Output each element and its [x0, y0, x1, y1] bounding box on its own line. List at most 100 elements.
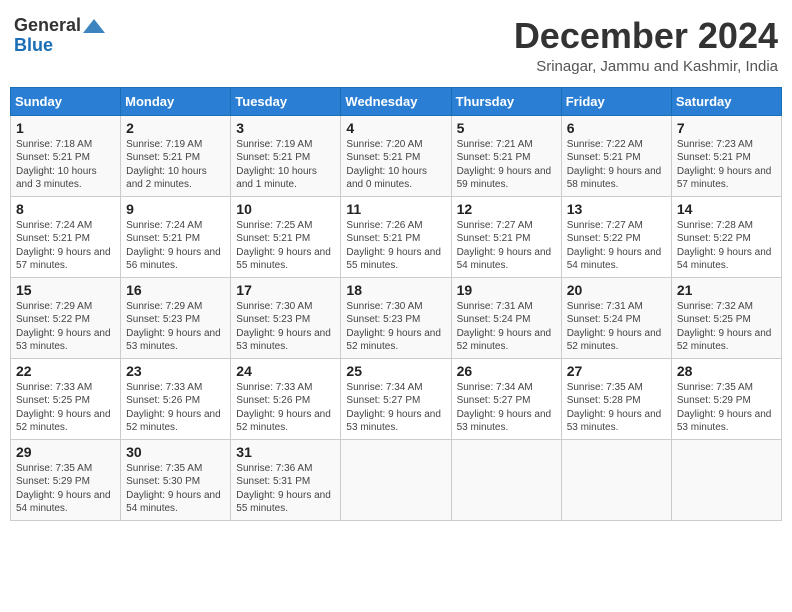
calendar-cell: 20 Sunrise: 7:31 AMSunset: 5:24 PMDaylig… — [561, 277, 671, 358]
cell-info: Sunrise: 7:33 AMSunset: 5:26 PMDaylight:… — [126, 382, 221, 434]
calendar-cell: 1 Sunrise: 7:18 AMSunset: 5:21 PMDayligh… — [11, 115, 121, 196]
cell-info: Sunrise: 7:34 AMSunset: 5:27 PMDaylight:… — [346, 382, 441, 434]
calendar-cell: 5 Sunrise: 7:21 AMSunset: 5:21 PMDayligh… — [451, 115, 561, 196]
calendar-cell: 15 Sunrise: 7:29 AMSunset: 5:22 PMDaylig… — [11, 277, 121, 358]
week-row-1: 1 Sunrise: 7:18 AMSunset: 5:21 PMDayligh… — [11, 115, 782, 196]
calendar-cell: 22 Sunrise: 7:33 AMSunset: 5:25 PMDaylig… — [11, 358, 121, 439]
cell-info: Sunrise: 7:31 AMSunset: 5:24 PMDaylight:… — [567, 301, 662, 353]
cell-info: Sunrise: 7:36 AMSunset: 5:31 PMDaylight:… — [236, 463, 331, 515]
cell-info: Sunrise: 7:34 AMSunset: 5:27 PMDaylight:… — [457, 382, 552, 434]
day-number: 4 — [346, 120, 445, 136]
cell-info: Sunrise: 7:32 AMSunset: 5:25 PMDaylight:… — [677, 301, 772, 353]
logo-icon — [83, 19, 105, 33]
day-number: 19 — [457, 282, 556, 298]
day-number: 26 — [457, 363, 556, 379]
day-number: 29 — [16, 444, 115, 460]
day-number: 14 — [677, 201, 776, 217]
day-number: 21 — [677, 282, 776, 298]
calendar-cell: 25 Sunrise: 7:34 AMSunset: 5:27 PMDaylig… — [341, 358, 451, 439]
day-number: 13 — [567, 201, 666, 217]
cell-info: Sunrise: 7:27 AMSunset: 5:21 PMDaylight:… — [457, 220, 552, 272]
day-number: 10 — [236, 201, 335, 217]
calendar-cell: 4 Sunrise: 7:20 AMSunset: 5:21 PMDayligh… — [341, 115, 451, 196]
day-number: 7 — [677, 120, 776, 136]
day-number: 12 — [457, 201, 556, 217]
calendar-cell: 2 Sunrise: 7:19 AMSunset: 5:21 PMDayligh… — [121, 115, 231, 196]
cell-info: Sunrise: 7:26 AMSunset: 5:21 PMDaylight:… — [346, 220, 441, 272]
month-title: December 2024 — [514, 16, 778, 56]
day-number: 6 — [567, 120, 666, 136]
calendar-table: SundayMondayTuesdayWednesdayThursdayFrid… — [10, 87, 782, 521]
cell-info: Sunrise: 7:33 AMSunset: 5:25 PMDaylight:… — [16, 382, 111, 434]
day-number: 5 — [457, 120, 556, 136]
calendar-cell: 10 Sunrise: 7:25 AMSunset: 5:21 PMDaylig… — [231, 196, 341, 277]
column-header-friday: Friday — [561, 87, 671, 115]
title-area: December 2024 Srinagar, Jammu and Kashmi… — [514, 16, 778, 75]
calendar-cell: 30 Sunrise: 7:35 AMSunset: 5:30 PMDaylig… — [121, 439, 231, 520]
cell-info: Sunrise: 7:30 AMSunset: 5:23 PMDaylight:… — [346, 301, 441, 353]
day-number: 1 — [16, 120, 115, 136]
calendar-cell: 13 Sunrise: 7:27 AMSunset: 5:22 PMDaylig… — [561, 196, 671, 277]
cell-info: Sunrise: 7:33 AMSunset: 5:26 PMDaylight:… — [236, 382, 331, 434]
calendar-cell: 11 Sunrise: 7:26 AMSunset: 5:21 PMDaylig… — [341, 196, 451, 277]
cell-info: Sunrise: 7:23 AMSunset: 5:21 PMDaylight:… — [677, 139, 772, 191]
day-number: 16 — [126, 282, 225, 298]
calendar-cell: 29 Sunrise: 7:35 AMSunset: 5:29 PMDaylig… — [11, 439, 121, 520]
calendar-cell: 12 Sunrise: 7:27 AMSunset: 5:21 PMDaylig… — [451, 196, 561, 277]
location-text: Srinagar, Jammu and Kashmir, India — [514, 58, 778, 75]
logo: General Blue — [14, 16, 105, 56]
calendar-cell: 27 Sunrise: 7:35 AMSunset: 5:28 PMDaylig… — [561, 358, 671, 439]
cell-info: Sunrise: 7:30 AMSunset: 5:23 PMDaylight:… — [236, 301, 331, 353]
calendar-cell: 7 Sunrise: 7:23 AMSunset: 5:21 PMDayligh… — [671, 115, 781, 196]
header-row: SundayMondayTuesdayWednesdayThursdayFrid… — [11, 87, 782, 115]
cell-info: Sunrise: 7:31 AMSunset: 5:24 PMDaylight:… — [457, 301, 552, 353]
day-number: 11 — [346, 201, 445, 217]
day-number: 25 — [346, 363, 445, 379]
calendar-cell — [561, 439, 671, 520]
cell-info: Sunrise: 7:24 AMSunset: 5:21 PMDaylight:… — [16, 220, 111, 272]
calendar-cell: 19 Sunrise: 7:31 AMSunset: 5:24 PMDaylig… — [451, 277, 561, 358]
calendar-cell: 21 Sunrise: 7:32 AMSunset: 5:25 PMDaylig… — [671, 277, 781, 358]
day-number: 8 — [16, 201, 115, 217]
day-number: 20 — [567, 282, 666, 298]
calendar-cell: 14 Sunrise: 7:28 AMSunset: 5:22 PMDaylig… — [671, 196, 781, 277]
cell-info: Sunrise: 7:21 AMSunset: 5:21 PMDaylight:… — [457, 139, 552, 191]
cell-info: Sunrise: 7:20 AMSunset: 5:21 PMDaylight:… — [346, 139, 427, 191]
column-header-monday: Monday — [121, 87, 231, 115]
day-number: 9 — [126, 201, 225, 217]
day-number: 31 — [236, 444, 335, 460]
column-header-tuesday: Tuesday — [231, 87, 341, 115]
calendar-cell: 18 Sunrise: 7:30 AMSunset: 5:23 PMDaylig… — [341, 277, 451, 358]
day-number: 2 — [126, 120, 225, 136]
calendar-cell: 24 Sunrise: 7:33 AMSunset: 5:26 PMDaylig… — [231, 358, 341, 439]
calendar-cell: 26 Sunrise: 7:34 AMSunset: 5:27 PMDaylig… — [451, 358, 561, 439]
calendar-cell: 9 Sunrise: 7:24 AMSunset: 5:21 PMDayligh… — [121, 196, 231, 277]
cell-info: Sunrise: 7:22 AMSunset: 5:21 PMDaylight:… — [567, 139, 662, 191]
calendar-cell: 17 Sunrise: 7:30 AMSunset: 5:23 PMDaylig… — [231, 277, 341, 358]
day-number: 30 — [126, 444, 225, 460]
cell-info: Sunrise: 7:27 AMSunset: 5:22 PMDaylight:… — [567, 220, 662, 272]
calendar-cell: 3 Sunrise: 7:19 AMSunset: 5:21 PMDayligh… — [231, 115, 341, 196]
week-row-4: 22 Sunrise: 7:33 AMSunset: 5:25 PMDaylig… — [11, 358, 782, 439]
column-header-thursday: Thursday — [451, 87, 561, 115]
cell-info: Sunrise: 7:19 AMSunset: 5:21 PMDaylight:… — [236, 139, 317, 191]
calendar-cell: 8 Sunrise: 7:24 AMSunset: 5:21 PMDayligh… — [11, 196, 121, 277]
cell-info: Sunrise: 7:18 AMSunset: 5:21 PMDaylight:… — [16, 139, 97, 191]
day-number: 18 — [346, 282, 445, 298]
calendar-cell — [341, 439, 451, 520]
logo-blue-text: Blue — [14, 36, 105, 56]
cell-info: Sunrise: 7:28 AMSunset: 5:22 PMDaylight:… — [677, 220, 772, 272]
day-number: 27 — [567, 363, 666, 379]
week-row-2: 8 Sunrise: 7:24 AMSunset: 5:21 PMDayligh… — [11, 196, 782, 277]
logo-general-text: General — [14, 16, 81, 36]
day-number: 17 — [236, 282, 335, 298]
calendar-cell: 6 Sunrise: 7:22 AMSunset: 5:21 PMDayligh… — [561, 115, 671, 196]
cell-info: Sunrise: 7:29 AMSunset: 5:22 PMDaylight:… — [16, 301, 111, 353]
calendar-cell: 23 Sunrise: 7:33 AMSunset: 5:26 PMDaylig… — [121, 358, 231, 439]
calendar-cell: 28 Sunrise: 7:35 AMSunset: 5:29 PMDaylig… — [671, 358, 781, 439]
day-number: 28 — [677, 363, 776, 379]
cell-info: Sunrise: 7:35 AMSunset: 5:29 PMDaylight:… — [677, 382, 772, 434]
cell-info: Sunrise: 7:35 AMSunset: 5:28 PMDaylight:… — [567, 382, 662, 434]
cell-info: Sunrise: 7:19 AMSunset: 5:21 PMDaylight:… — [126, 139, 207, 191]
day-number: 23 — [126, 363, 225, 379]
